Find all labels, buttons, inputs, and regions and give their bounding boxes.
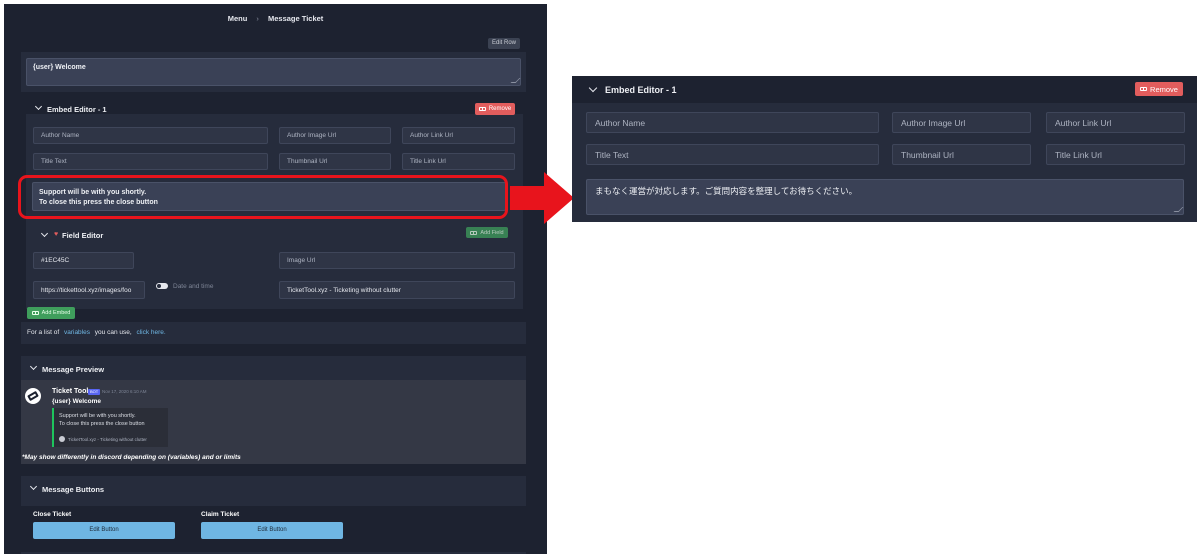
preview-embed-card: Support will be with you shortly. To clo…	[52, 408, 168, 447]
preview-embed-line2: To close this press the close button	[59, 421, 145, 427]
date-time-toggle[interactable]	[156, 283, 168, 289]
zoomed-embed-description-text: まもなく運営が対応します。ご質問内容を整理してお待ちください。	[595, 186, 858, 196]
ticket-icon	[31, 311, 39, 315]
message-timestamp: Nov 17, 2020 6:10 AM	[102, 389, 147, 394]
embed-editor-title: Embed Editor - 1	[47, 105, 107, 114]
author-image-url-input[interactable]: Author Image Url	[279, 127, 391, 144]
edit-close-ticket-button[interactable]: Edit Button	[33, 522, 175, 539]
ticket-icon	[470, 230, 478, 235]
resize-handle-icon[interactable]	[510, 78, 521, 83]
zoomed-embed-description-textarea[interactable]: まもなく運営が対応します。ご質問内容を整理してお待ちください。	[586, 179, 1184, 215]
zoomed-remove-label: Remove	[1150, 84, 1178, 94]
ticket-icon	[59, 436, 65, 442]
ticket-icon	[1140, 87, 1148, 91]
zoomed-remove-embed-button[interactable]: Remove	[1135, 82, 1183, 96]
field-editor-title: Field Editor	[62, 231, 104, 240]
ticket-icon	[27, 390, 39, 402]
footer-text-input[interactable]: TicketTool.xyz - Ticketing without clutt…	[279, 281, 515, 299]
breadcrumb: Menu › Message Ticket	[4, 14, 547, 23]
zoomed-title-text-input[interactable]: Title Text	[586, 144, 879, 165]
preview-embed-description: Support will be with you shortly. To clo…	[59, 412, 145, 428]
remove-embed-button[interactable]: Remove	[475, 103, 515, 115]
highlight-outline	[18, 175, 508, 219]
bot-name: Ticket Tool	[52, 388, 89, 395]
variables-link[interactable]: variables	[64, 329, 90, 336]
ticket-icon	[478, 107, 486, 111]
edit-row-button[interactable]: Edit Row	[488, 38, 520, 49]
author-link-url-input[interactable]: Author Link Url	[402, 127, 515, 144]
preview-disclaimer: *May show differently in discord dependi…	[22, 454, 241, 461]
message-ticket-panel: Menu › Message Ticket Edit Row {user} We…	[4, 4, 547, 554]
breadcrumb-menu[interactable]: Menu	[228, 14, 248, 23]
add-embed-button[interactable]: Add Embed	[27, 307, 75, 319]
preview-message-content: {user} Welcome	[52, 398, 102, 405]
arrow-right-icon	[510, 172, 574, 224]
footer-icon-url-input[interactable]: https://tickettool.xyz/images/foo	[33, 281, 145, 299]
click-here-link[interactable]: click here.	[136, 329, 165, 336]
zoomed-author-image-url-input[interactable]: Author Image Url	[892, 112, 1031, 133]
preview-embed-footer-text: TicketTool.xyz - Ticketing without clutt…	[68, 436, 147, 442]
variables-note: For a list of variables you can use, cli…	[27, 329, 166, 336]
chevron-right-icon: ›	[256, 14, 259, 23]
message-content-textarea[interactable]: {user} Welcome	[26, 58, 521, 86]
ticket-icon: ♥	[54, 231, 59, 238]
thumbnail-url-input[interactable]: Thumbnail Url	[279, 153, 391, 170]
preview-embed-line1: Support will be with you shortly.	[59, 413, 136, 419]
bot-badge: BOT	[88, 389, 101, 395]
author-name-input[interactable]: Author Name	[33, 127, 268, 144]
title-link-url-input[interactable]: Title Link Url	[402, 153, 515, 170]
zoomed-embed-editor: Embed Editor - 1 Remove Author Name Auth…	[572, 76, 1197, 222]
breadcrumb-current: Message Ticket	[267, 14, 324, 23]
close-ticket-label: Close Ticket	[33, 511, 72, 518]
remove-embed-label: Remove	[488, 106, 512, 112]
claim-ticket-label: Claim Ticket	[201, 511, 240, 518]
add-field-button[interactable]: Add Field	[466, 227, 508, 238]
add-embed-label: Add Embed	[41, 310, 71, 316]
message-preview-title: Message Preview	[42, 365, 105, 374]
zoomed-embed-editor-title: Embed Editor - 1	[605, 85, 677, 95]
message-buttons-title: Message Buttons	[42, 485, 105, 494]
message-content-text: {user} Welcome	[33, 64, 86, 71]
image-url-input[interactable]: Image Url	[279, 252, 515, 269]
resize-handle-icon[interactable]	[1173, 207, 1184, 212]
edit-claim-ticket-button[interactable]: Edit Button	[201, 522, 343, 539]
zoomed-author-name-input[interactable]: Author Name	[586, 112, 879, 133]
zoomed-title-link-url-input[interactable]: Title Link Url	[1046, 144, 1185, 165]
embed-color-input[interactable]: #1EC45C	[33, 252, 134, 269]
variables-note-prefix: For a list of	[27, 329, 60, 336]
title-text-input[interactable]: Title Text	[33, 153, 268, 170]
date-time-label: Date and time	[173, 283, 214, 290]
variables-note-middle: you can use,	[94, 329, 132, 336]
bot-avatar	[25, 388, 41, 404]
add-field-label: Add Field	[480, 229, 504, 236]
zoomed-thumbnail-url-input[interactable]: Thumbnail Url	[892, 144, 1031, 165]
preview-embed-footer: TicketTool.xyz - Ticketing without clutt…	[59, 436, 147, 442]
zoomed-author-link-url-input[interactable]: Author Link Url	[1046, 112, 1185, 133]
